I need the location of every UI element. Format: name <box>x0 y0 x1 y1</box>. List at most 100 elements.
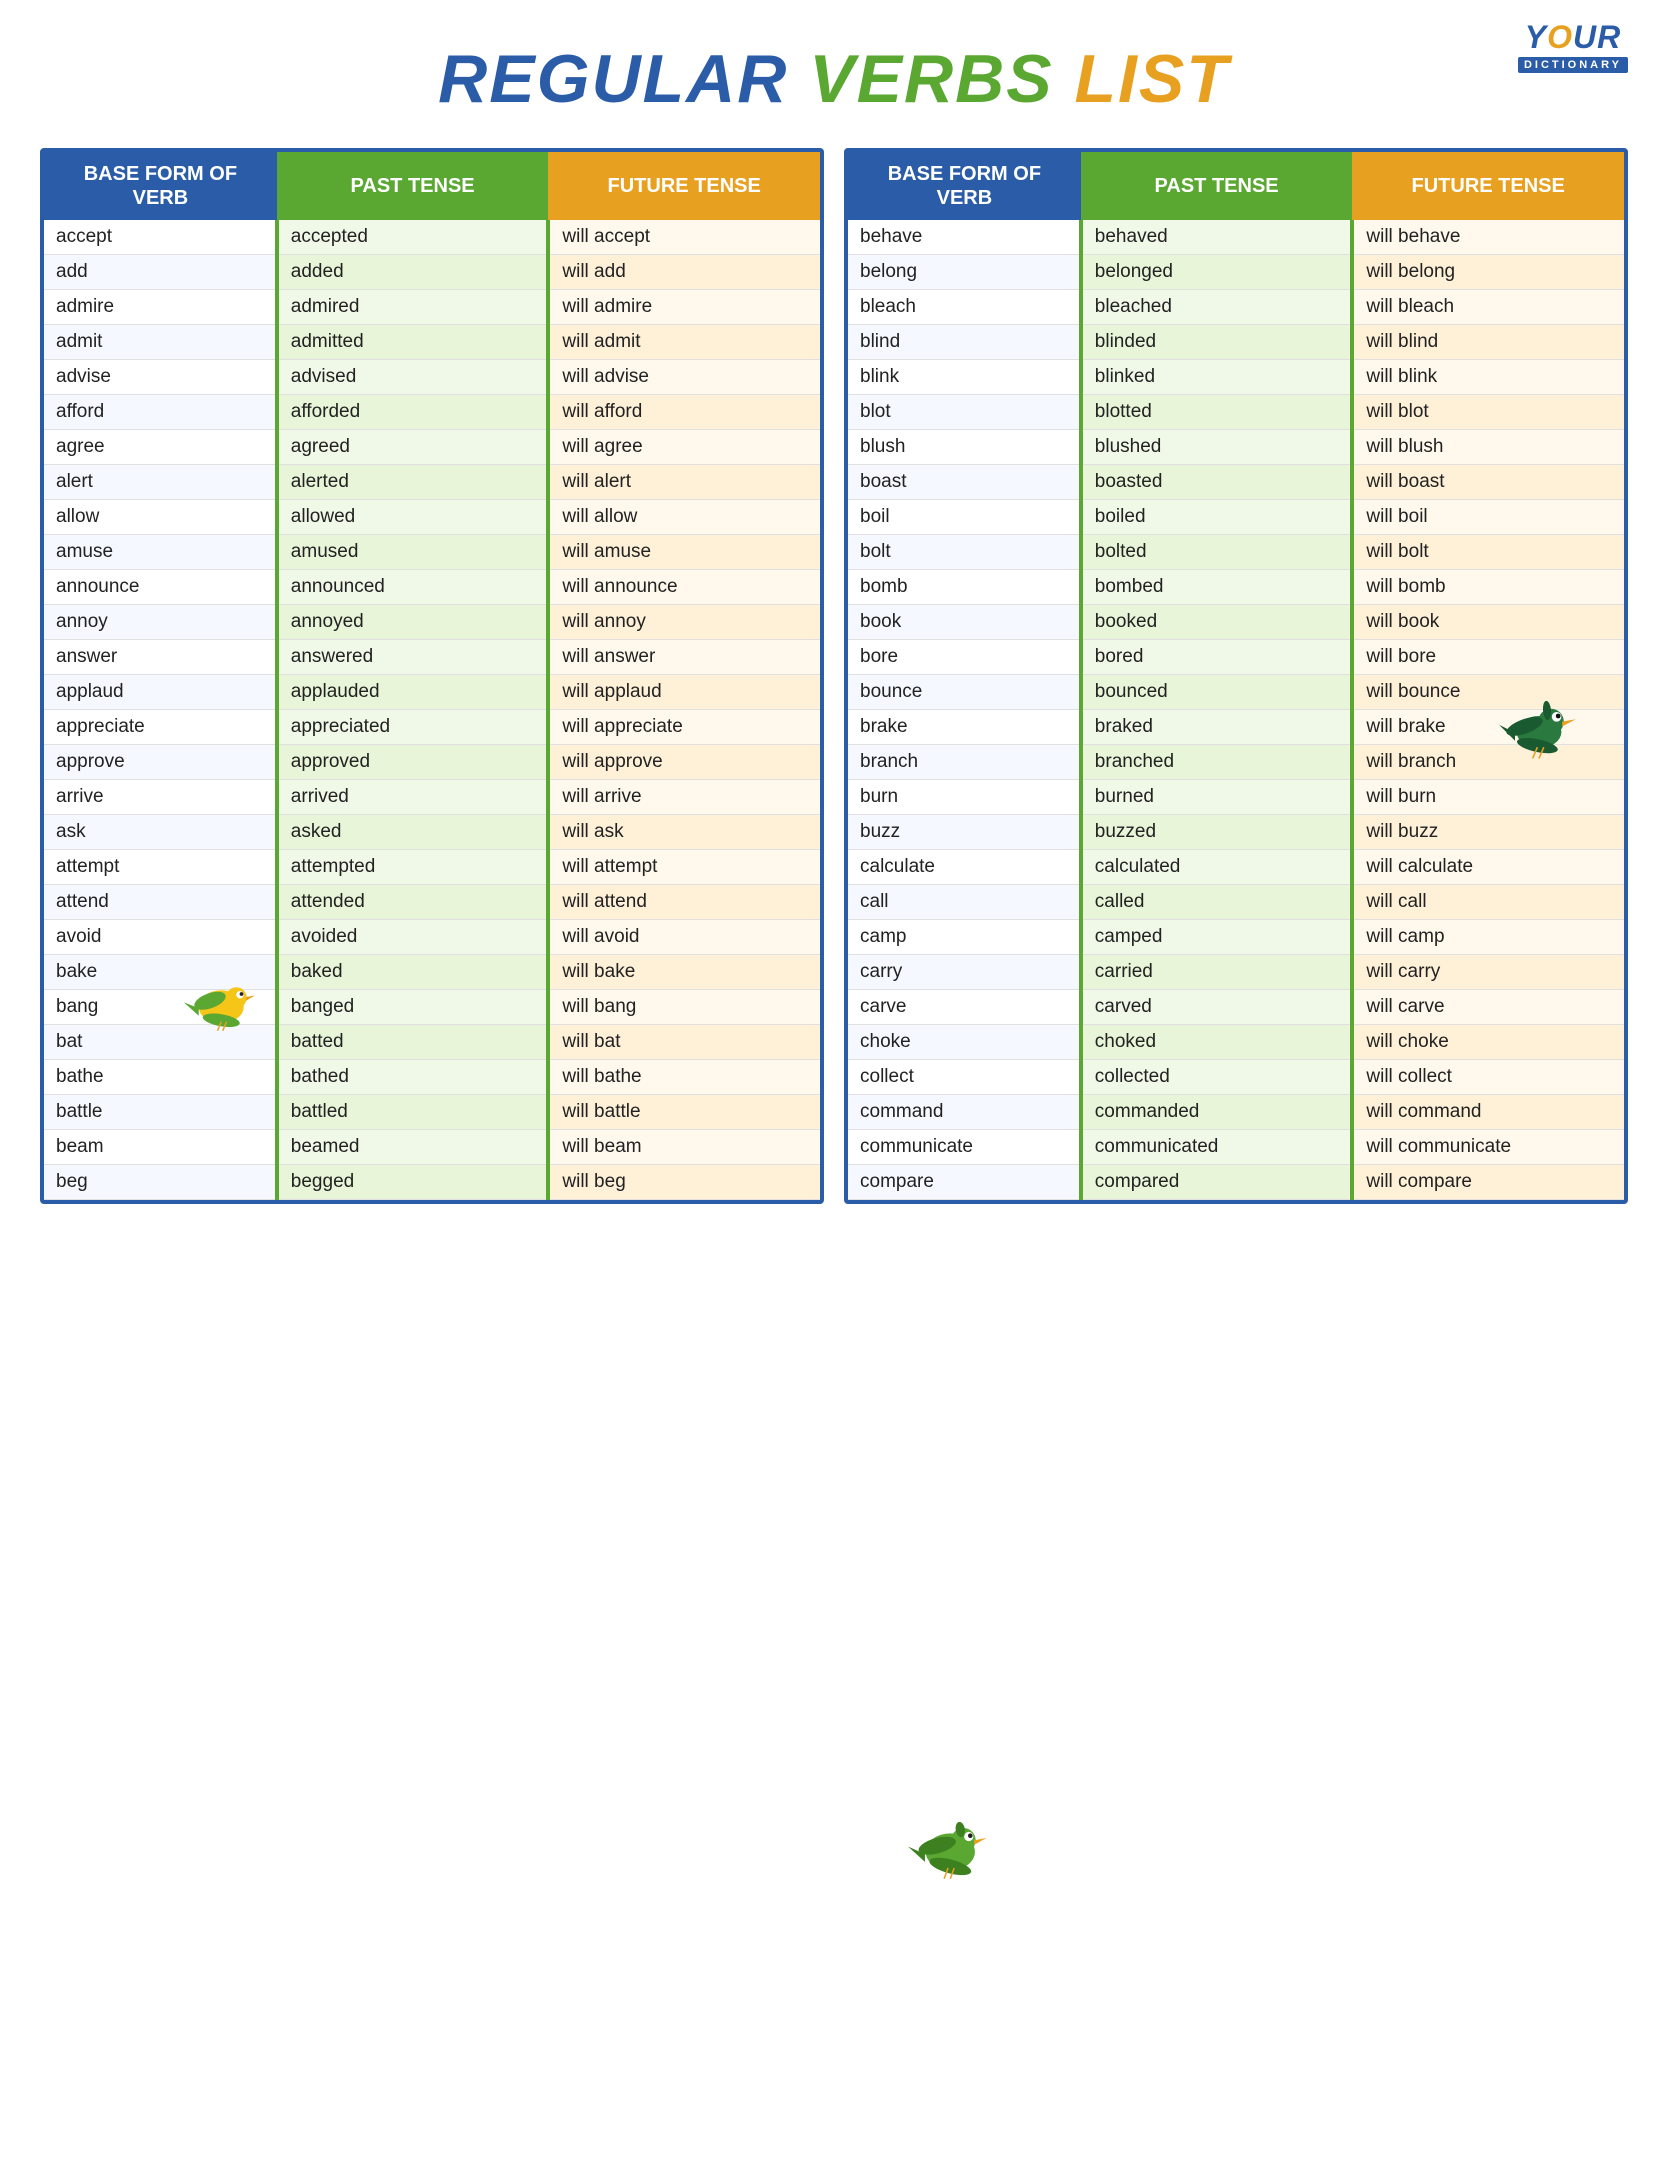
future-tense-cell: will attend <box>548 885 820 920</box>
base-form-cell: book <box>848 605 1081 640</box>
table-row: blindblindedwill blind <box>848 325 1624 360</box>
table-row: admitadmittedwill admit <box>44 325 820 360</box>
past-tense-cell: blinded <box>1081 325 1353 360</box>
base-form-cell: carry <box>848 955 1081 990</box>
table-row: bangbangedwill bang <box>44 990 820 1025</box>
table-row: acceptacceptedwill accept <box>44 220 820 255</box>
table-row: campcampedwill camp <box>848 920 1624 955</box>
header-future-tense: FUTURE TENSE <box>548 152 820 220</box>
table-row: boltboltedwill bolt <box>848 535 1624 570</box>
table-row: bleachbleachedwill bleach <box>848 290 1624 325</box>
table-row: battlebattledwill battle <box>44 1095 820 1130</box>
table-row: callcalledwill call <box>848 885 1624 920</box>
future-tense-cell: will answer <box>548 640 820 675</box>
base-form-cell: behave <box>848 220 1081 255</box>
future-tense-cell: will compare <box>1352 1165 1624 1200</box>
future-tense-cell: will bomb <box>1352 570 1624 605</box>
future-tense-cell: will behave <box>1352 220 1624 255</box>
past-tense-cell: afforded <box>277 395 549 430</box>
past-tense-cell: braked <box>1081 710 1353 745</box>
past-tense-cell: branched <box>1081 745 1353 780</box>
table-row: commandcommandedwill command <box>848 1095 1624 1130</box>
past-tense-cell: calculated <box>1081 850 1353 885</box>
table-row: bombbombedwill bomb <box>848 570 1624 605</box>
tables-wrapper: BASE FORM OF VERB PAST TENSE FUTURE TENS… <box>40 148 1628 1204</box>
future-tense-cell: will agree <box>548 430 820 465</box>
future-tense-cell: will annoy <box>548 605 820 640</box>
future-tense-cell: will calculate <box>1352 850 1624 885</box>
past-tense-cell: arrived <box>277 780 549 815</box>
table-row: blinkblinkedwill blink <box>848 360 1624 395</box>
past-tense-cell: carried <box>1081 955 1353 990</box>
table-row: belongbelongedwill belong <box>848 255 1624 290</box>
header-base-form: BASE FORM OF VERB <box>44 152 277 220</box>
past-tense-cell: belonged <box>1081 255 1353 290</box>
past-tense-cell: communicated <box>1081 1130 1353 1165</box>
table-row: arrivearrivedwill arrive <box>44 780 820 815</box>
past-tense-cell: battled <box>277 1095 549 1130</box>
base-form-cell: belong <box>848 255 1081 290</box>
future-tense-cell: will call <box>1352 885 1624 920</box>
future-tense-cell: will bathe <box>548 1060 820 1095</box>
future-tense-cell: will boil <box>1352 500 1624 535</box>
base-form-cell: blink <box>848 360 1081 395</box>
future-tense-cell: will camp <box>1352 920 1624 955</box>
future-tense-cell: will appreciate <box>548 710 820 745</box>
base-form-cell: blush <box>848 430 1081 465</box>
base-form-cell: communicate <box>848 1130 1081 1165</box>
future-tense-cell: will blush <box>1352 430 1624 465</box>
table-row: alertalertedwill alert <box>44 465 820 500</box>
future-tense-cell: will blind <box>1352 325 1624 360</box>
past-tense-cell: answered <box>277 640 549 675</box>
future-tense-cell: will beam <box>548 1130 820 1165</box>
past-tense-cell: admitted <box>277 325 549 360</box>
left-table: BASE FORM OF VERB PAST TENSE FUTURE TENS… <box>40 148 824 1204</box>
table-row: adviseadvisedwill advise <box>44 360 820 395</box>
base-form-cell: battle <box>44 1095 277 1130</box>
future-tense-cell: will avoid <box>548 920 820 955</box>
base-form-cell: choke <box>848 1025 1081 1060</box>
table-row: announceannouncedwill announce <box>44 570 820 605</box>
past-tense-cell: boasted <box>1081 465 1353 500</box>
table-row: avoidavoidedwill avoid <box>44 920 820 955</box>
base-form-cell: branch <box>848 745 1081 780</box>
table-row: chokechokedwill choke <box>848 1025 1624 1060</box>
past-tense-cell: commanded <box>1081 1095 1353 1130</box>
past-tense-cell: advised <box>277 360 549 395</box>
future-tense-cell: will admit <box>548 325 820 360</box>
table-row: boastboastedwill boast <box>848 465 1624 500</box>
past-tense-cell: burned <box>1081 780 1353 815</box>
future-tense-cell: will bleach <box>1352 290 1624 325</box>
future-tense-cell: will bolt <box>1352 535 1624 570</box>
future-tense-cell: will advise <box>548 360 820 395</box>
table-row: communicatecommunicatedwill communicate <box>848 1130 1624 1165</box>
future-tense-cell: will carve <box>1352 990 1624 1025</box>
future-tense-cell: will alert <box>548 465 820 500</box>
base-form-cell: camp <box>848 920 1081 955</box>
header-row: BASE FORM OF VERB PAST TENSE FUTURE TENS… <box>44 152 820 220</box>
past-tense-cell: bleached <box>1081 290 1353 325</box>
table-row: comparecomparedwill compare <box>848 1165 1624 1200</box>
past-tense-cell: boiled <box>1081 500 1353 535</box>
past-tense-cell: agreed <box>277 430 549 465</box>
base-form-cell: accept <box>44 220 277 255</box>
base-form-cell: announce <box>44 570 277 605</box>
past-tense-cell: batted <box>277 1025 549 1060</box>
base-form-cell: brake <box>848 710 1081 745</box>
past-tense-cell: compared <box>1081 1165 1353 1200</box>
base-form-cell: alert <box>44 465 277 500</box>
table-row: approveapprovedwill approve <box>44 745 820 780</box>
past-tense-cell: banged <box>277 990 549 1025</box>
base-form-cell: boast <box>848 465 1081 500</box>
future-tense-cell: will approve <box>548 745 820 780</box>
table-row: batbattedwill bat <box>44 1025 820 1060</box>
past-tense-cell: allowed <box>277 500 549 535</box>
past-tense-cell: applauded <box>277 675 549 710</box>
base-form-cell: bomb <box>848 570 1081 605</box>
table-row: affordaffordedwill afford <box>44 395 820 430</box>
future-tense-cell: will collect <box>1352 1060 1624 1095</box>
future-tense-cell: will announce <box>548 570 820 605</box>
base-form-cell: beg <box>44 1165 277 1200</box>
table-row: boilboiledwill boil <box>848 500 1624 535</box>
header-base-form: BASE FORM OF VERB <box>848 152 1081 220</box>
